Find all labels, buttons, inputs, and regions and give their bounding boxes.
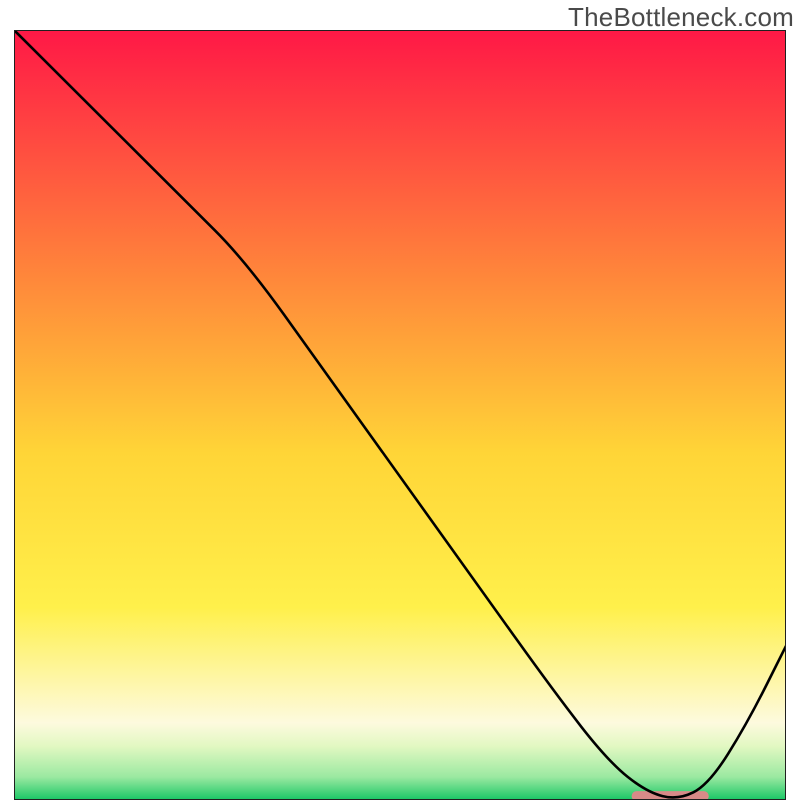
plot-area: [14, 30, 786, 800]
chart-container: TheBottleneck.com: [0, 0, 800, 800]
watermark-text: TheBottleneck.com: [568, 2, 794, 33]
optimal-range-marker: [632, 791, 709, 800]
chart-svg: [14, 30, 786, 800]
